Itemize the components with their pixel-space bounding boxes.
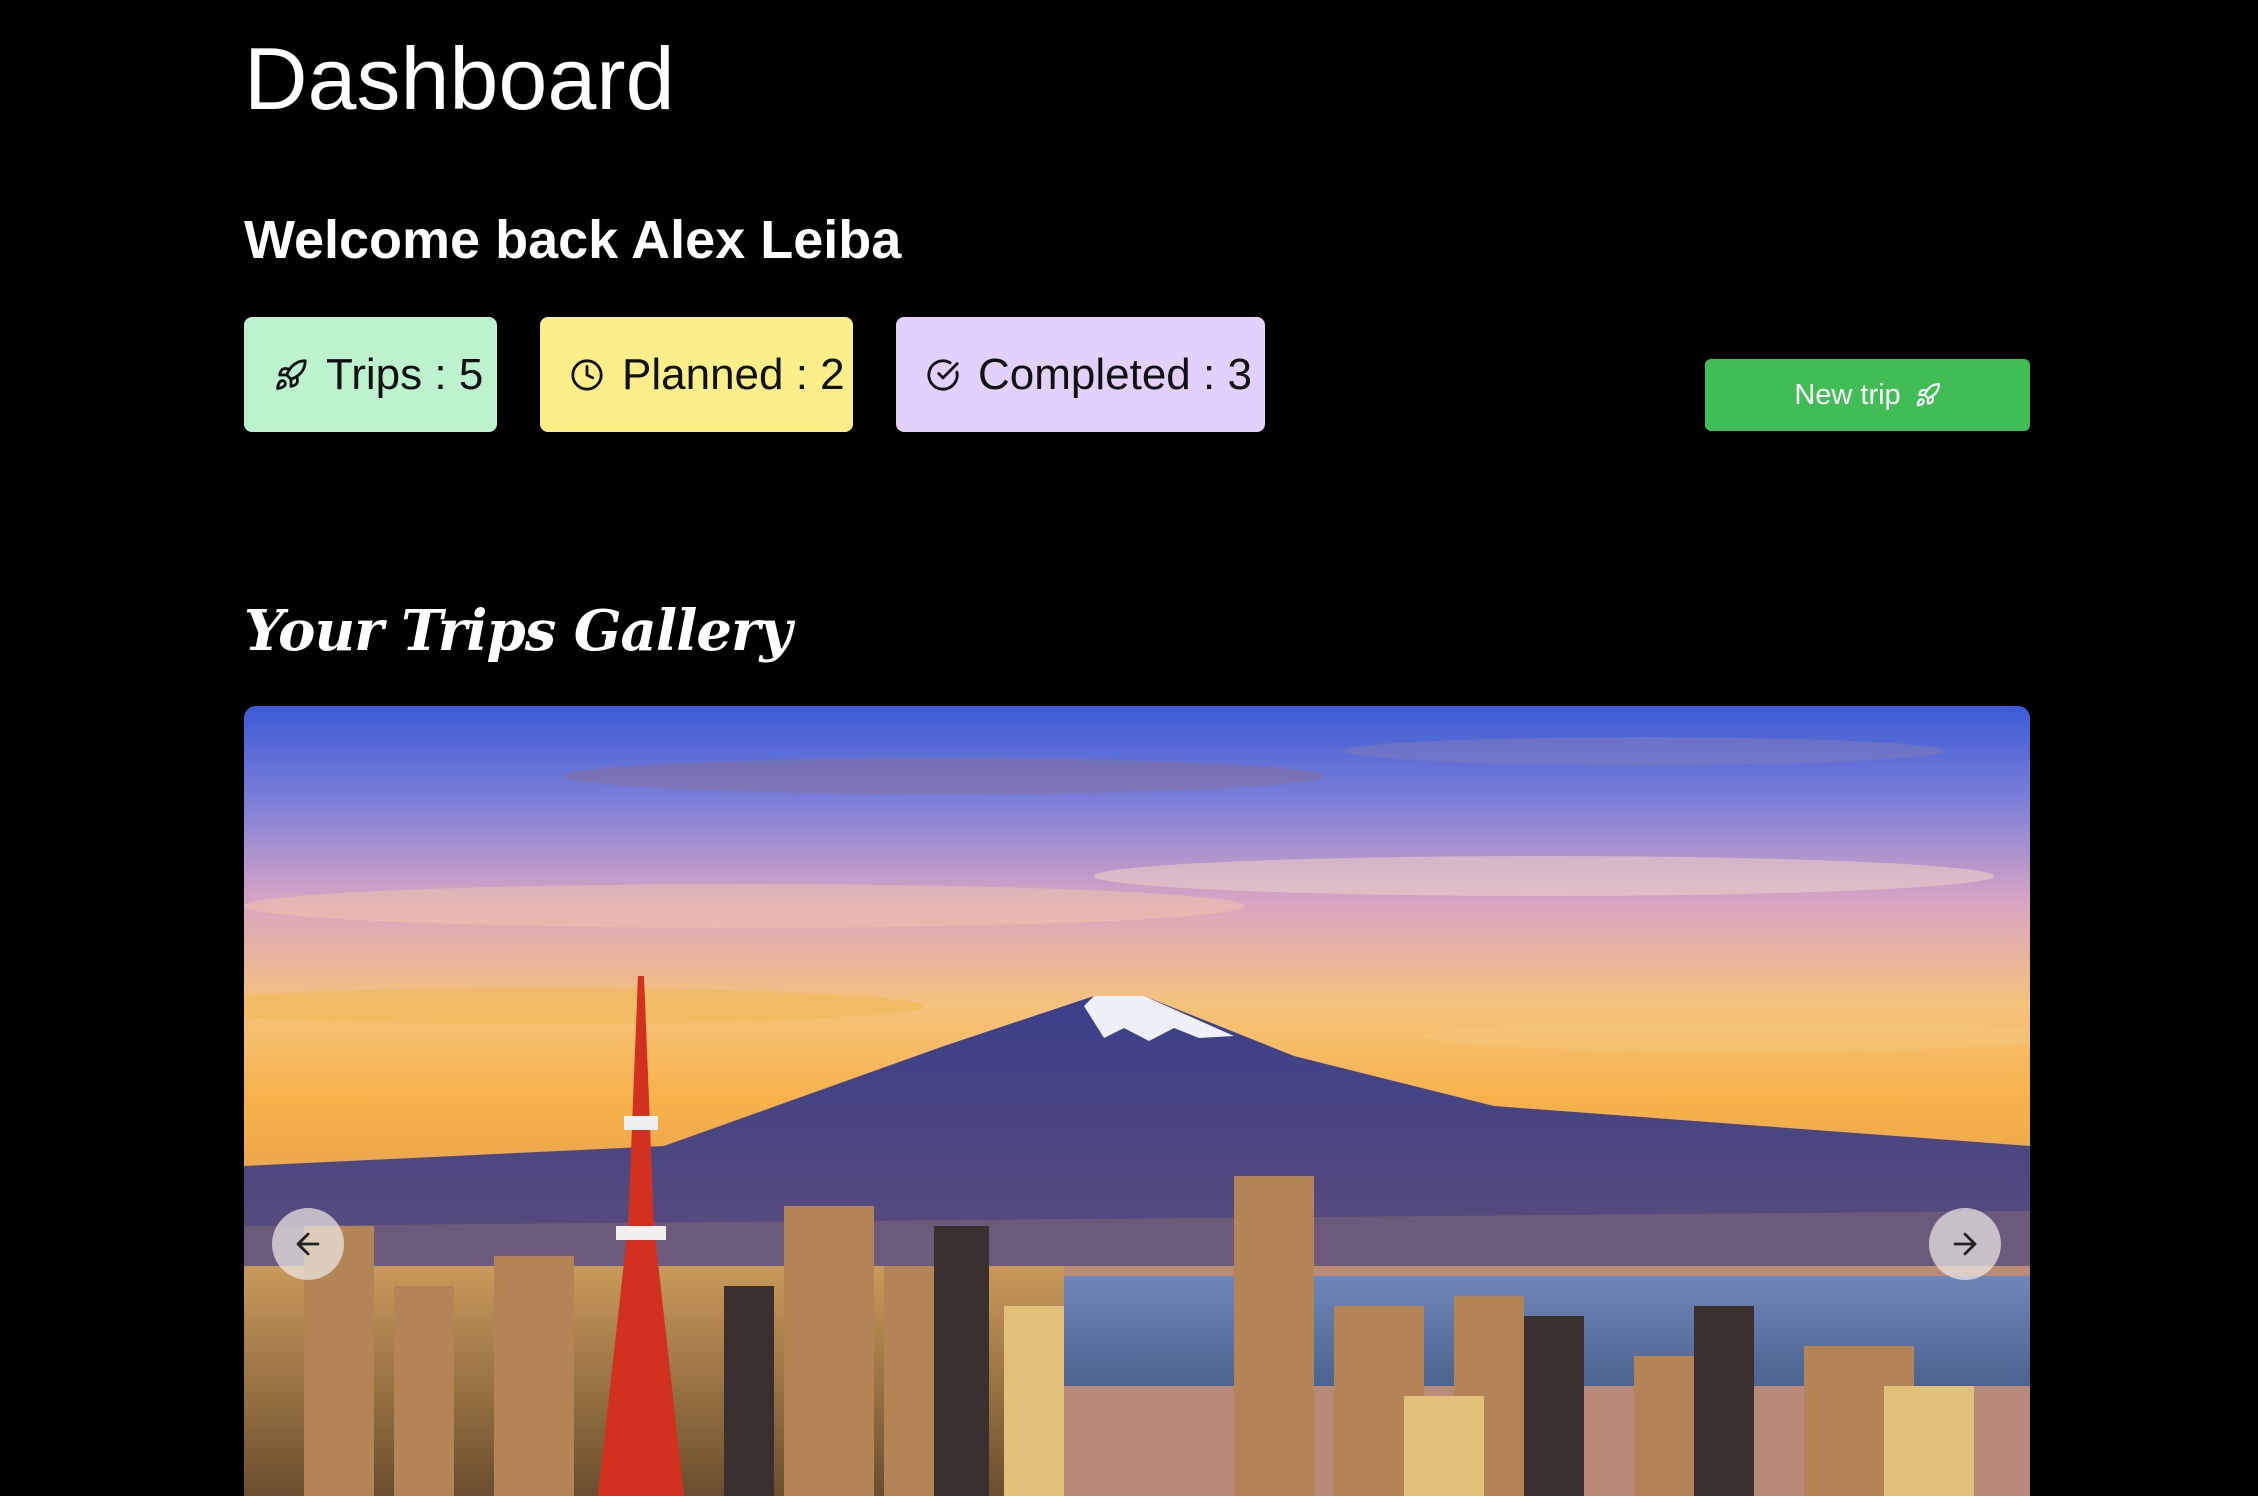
clock-icon (570, 358, 604, 392)
arrow-left-icon (296, 1232, 320, 1256)
gallery-title: Your Trips Gallery (244, 598, 792, 664)
check-circle-icon (926, 358, 960, 392)
page-title: Dashboard (244, 29, 675, 128)
gallery-prev-button[interactable] (272, 1208, 344, 1280)
trips-gallery-carousel (244, 706, 2030, 1496)
welcome-message: Welcome back Alex Leiba (244, 210, 902, 270)
stat-completed-badge: Completed : 3 (896, 317, 1265, 432)
stat-planned-label: Planned : 2 (622, 349, 845, 399)
stat-completed-label: Completed : 3 (978, 349, 1252, 399)
rocket-icon (274, 358, 308, 392)
stat-trips-label: Trips : 5 (326, 349, 484, 399)
gallery-image (244, 706, 2030, 1496)
new-trip-button[interactable]: New trip (1705, 359, 2030, 431)
new-trip-label: New trip (1794, 378, 1901, 411)
rocket-icon (1915, 382, 1941, 408)
stat-planned-badge: Planned : 2 (540, 317, 853, 432)
dashboard-page: Dashboard Welcome back Alex Leiba Trips … (0, 0, 2258, 1496)
arrow-right-icon (1953, 1232, 1977, 1256)
stat-trips-badge: Trips : 5 (244, 317, 497, 432)
gallery-next-button[interactable] (1929, 1208, 2001, 1280)
